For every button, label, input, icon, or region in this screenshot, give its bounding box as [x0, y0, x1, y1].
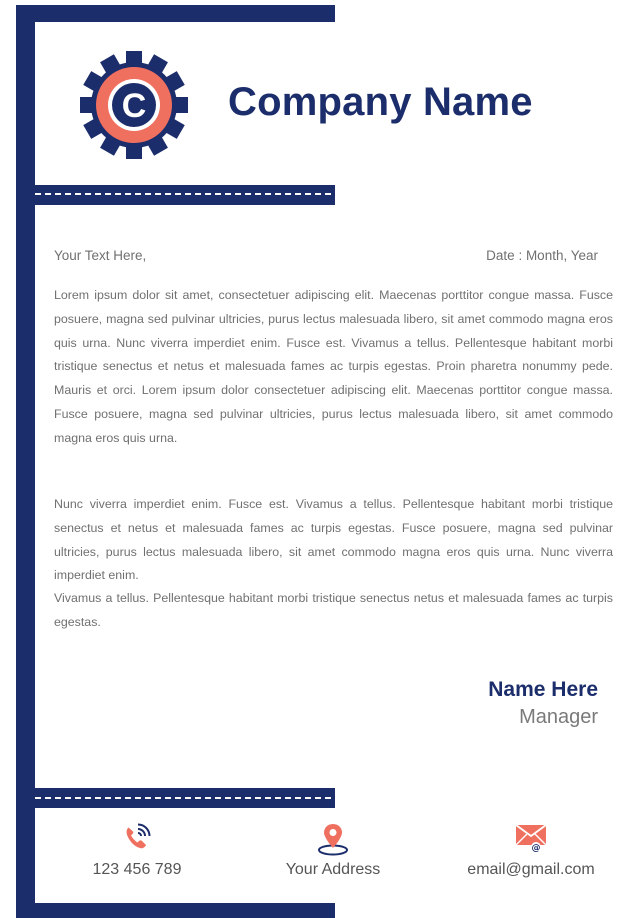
envelope-icon: @	[515, 824, 547, 854]
location-pin-icon	[318, 824, 348, 856]
contact-phone: 123 456 789	[52, 822, 222, 879]
email-address: email@gmail.com	[467, 861, 595, 878]
company-name: Company Name	[228, 80, 533, 124]
body-paragraph-2: Nunc viverra imperdiet enim. Fusce est. …	[54, 497, 613, 583]
salutation: Your Text Here,	[54, 248, 147, 263]
company-logo-gear-icon: C	[80, 51, 188, 159]
contact-email: @ email@gmail.com	[446, 822, 616, 879]
svg-text:@: @	[532, 844, 541, 854]
body-paragraph-3: Vivamus a tellus. Pellentesque habitant …	[54, 591, 613, 629]
footer-dashed-divider	[35, 797, 331, 799]
signatory-title: Manager	[519, 706, 598, 728]
contact-address: Your Address	[248, 822, 418, 879]
logo-letter: C	[122, 87, 147, 125]
left-border-bar	[16, 205, 35, 805]
phone-number: 123 456 789	[92, 861, 182, 878]
address-text: Your Address	[285, 861, 381, 878]
signatory-name: Name Here	[488, 678, 598, 701]
header-dashed-divider	[35, 193, 331, 195]
phone-icon	[126, 823, 151, 849]
body-paragraph-1: Lorem ipsum dolor sit amet, consectetuer…	[54, 288, 613, 445]
letter-date: Date : Month, Year	[486, 248, 598, 263]
